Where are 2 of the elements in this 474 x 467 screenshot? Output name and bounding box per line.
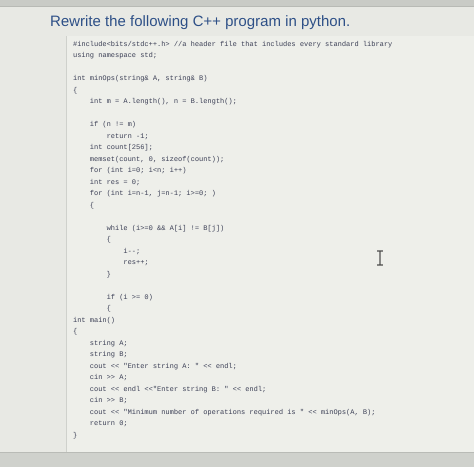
- question-title: Rewrite the following C++ program in python.: [50, 12, 352, 30]
- text-cursor-icon: [376, 250, 384, 266]
